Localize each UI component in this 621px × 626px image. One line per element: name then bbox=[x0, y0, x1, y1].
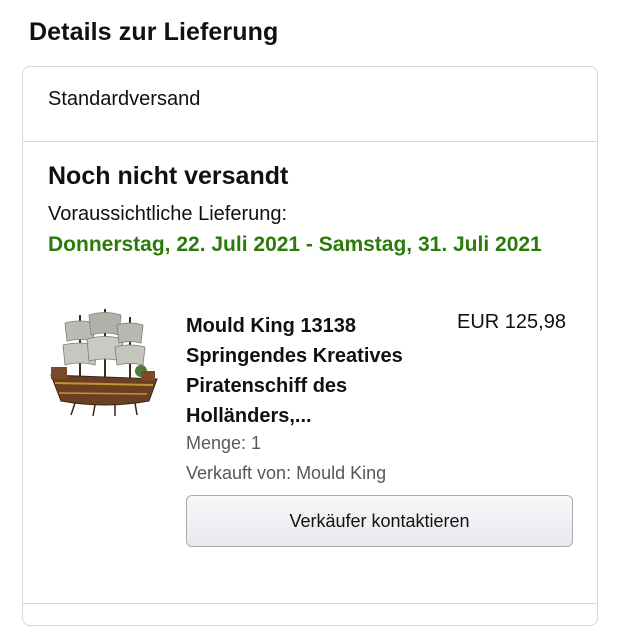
pirate-ship-icon bbox=[50, 309, 158, 417]
delivery-label: Voraussichtliche Lieferung: bbox=[48, 203, 288, 225]
shipment-card: Standardversand Noch nicht versandt Vora… bbox=[22, 66, 598, 626]
card-divider bbox=[23, 141, 597, 142]
product-quantity: Menge: 1 bbox=[186, 433, 262, 453]
shipment-status: Noch nicht versandt bbox=[48, 162, 289, 190]
section-title: Details zur Lieferung bbox=[29, 18, 279, 46]
shipping-method: Standardversand bbox=[48, 88, 201, 110]
product-title[interactable]: Mould King 13138 Springendes Kreatives P… bbox=[186, 311, 441, 431]
contact-seller-label: Verkäufer kontaktieren bbox=[289, 510, 470, 531]
product-image[interactable] bbox=[45, 305, 165, 417]
seller-info: Verkauft von: Mould King bbox=[186, 463, 387, 483]
card-bottom-divider bbox=[23, 603, 597, 604]
product-price: EUR 125,98 bbox=[457, 311, 566, 333]
delivery-date: Donnerstag, 22. Juli 2021 - Samstag, 31.… bbox=[48, 233, 542, 256]
contact-seller-button[interactable]: Verkäufer kontaktieren bbox=[186, 495, 573, 547]
